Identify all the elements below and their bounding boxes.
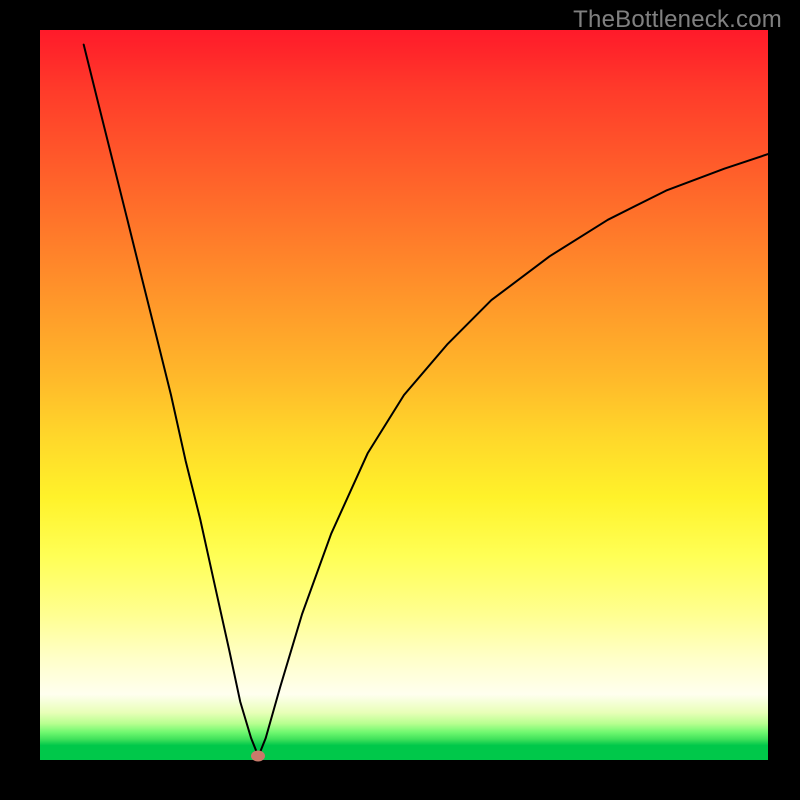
minimum-marker [251, 751, 265, 762]
plot-area [40, 30, 768, 760]
chart-frame: TheBottleneck.com [0, 0, 800, 800]
bottleneck-curve [40, 30, 768, 760]
